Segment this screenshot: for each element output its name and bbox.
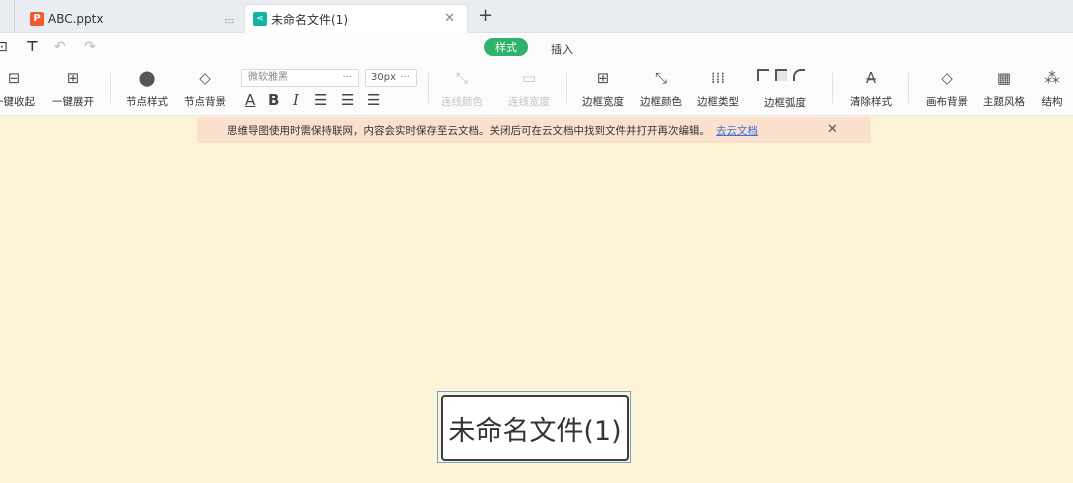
- close-icon[interactable]: ✕: [444, 11, 455, 26]
- tab-label: ABC.pptx: [48, 11, 104, 26]
- border-color-label: 边框颜色: [640, 96, 682, 108]
- tab-insert[interactable]: 插入: [551, 41, 573, 57]
- border-radius-label: 边框弧度: [764, 97, 806, 109]
- font-family-select[interactable]: 微软雅黑 ···: [241, 69, 359, 87]
- tab-separator: [14, 0, 15, 33]
- tab-bar: P ABC.pptx ▭ ⋖ 未命名文件(1) ✕ +: [0, 0, 1073, 33]
- node-background-button[interactable]: ◇ 节点背景: [175, 67, 235, 109]
- format-painter-icon[interactable]: ⊤: [26, 39, 39, 55]
- quick-bar: ⊡ ⊤ ↶ ↷ 样式 插入: [0, 33, 1073, 61]
- divider: [566, 73, 567, 103]
- tab-abc-pptx[interactable]: P ABC.pptx ▭: [22, 4, 254, 33]
- more-icon: ···: [342, 72, 352, 83]
- line-width-icon: ▭: [521, 69, 537, 87]
- border-width-button[interactable]: ⊞ 边框宽度: [573, 67, 633, 109]
- collapse-all-button[interactable]: ⊟ 一键收起: [0, 67, 44, 109]
- clear-style-button[interactable]: A̶ 清除样式: [841, 67, 901, 109]
- save-icon[interactable]: ⊡: [0, 39, 8, 55]
- divider: [428, 73, 429, 103]
- font-size-value: 30px: [371, 72, 396, 83]
- close-icon[interactable]: ✕: [827, 122, 838, 137]
- theme-grid-icon: ▦: [996, 69, 1012, 87]
- go-to-cloud-docs-link[interactable]: 去云文档: [716, 123, 758, 138]
- pptx-file-icon: P: [30, 11, 44, 26]
- border-type-label: 边框类型: [697, 96, 739, 108]
- cloud-notice-banner: 思维导图使用时需保持联网，内容会实时保存至云文档。关闭后可在云文档中找到文件并打…: [197, 117, 871, 143]
- square-corner-icon[interactable]: [757, 69, 769, 81]
- collapse-icon: ⊟: [7, 69, 21, 87]
- border-type-icon: ⁞⁞⁞: [710, 69, 726, 87]
- collapse-all-label: 一键收起: [0, 96, 35, 108]
- theme-style-label: 主题风格: [983, 96, 1025, 108]
- structure-label: 结构: [1041, 96, 1063, 108]
- node-style-label: 节点样式: [126, 96, 168, 108]
- border-radius-options: [757, 69, 805, 81]
- line-color-label: 连线颜色: [441, 96, 483, 108]
- small-radius-corner-icon[interactable]: [775, 69, 787, 81]
- root-node[interactable]: 未命名文件(1): [441, 395, 629, 461]
- expand-all-button[interactable]: ⊞ 一键展开: [43, 67, 103, 109]
- border-width-label: 边框宽度: [582, 96, 624, 108]
- structure-icon: ⁂: [1044, 69, 1060, 87]
- align-left-icon[interactable]: ☰: [314, 91, 327, 109]
- divider: [832, 73, 833, 103]
- italic-button[interactable]: I: [293, 91, 299, 109]
- undo-icon[interactable]: ↶: [54, 39, 66, 55]
- line-color-icon: ⤡: [455, 69, 468, 87]
- notice-text: 思维导图使用时需保持联网，内容会实时保存至云文档。关闭后可在云文档中找到文件并打…: [227, 124, 710, 137]
- structure-button[interactable]: ⁂ 结构: [1022, 67, 1073, 109]
- align-right-icon[interactable]: ☰: [367, 91, 380, 109]
- new-tab-plus-icon[interactable]: +: [478, 5, 493, 26]
- border-color-button[interactable]: ⤡ 边框颜色: [631, 67, 691, 109]
- mindmap-file-icon: ⋖: [253, 12, 267, 26]
- divider: [908, 73, 909, 103]
- more-icon: ···: [400, 72, 410, 83]
- align-center-icon[interactable]: ☰: [341, 91, 354, 109]
- font-color-button[interactable]: A: [245, 91, 255, 109]
- line-color-button[interactable]: ⤡ 连线颜色: [432, 67, 492, 109]
- node-style-icon: ⬤: [138, 69, 156, 87]
- expand-icon: ⊞: [66, 69, 80, 87]
- tab-style[interactable]: 样式: [484, 38, 528, 56]
- round-corner-icon[interactable]: [793, 69, 805, 81]
- line-width-button[interactable]: ▭ 连线宽度: [499, 67, 559, 109]
- canvas-background-label: 画布背景: [926, 96, 968, 108]
- border-type-button[interactable]: ⁞⁞⁞ 边框类型: [688, 67, 748, 109]
- border-color-icon: ⤡: [654, 69, 667, 87]
- node-style-button[interactable]: ⬤ 节点样式: [117, 67, 177, 109]
- tab-mindmap-file[interactable]: ⋖ 未命名文件(1) ✕: [244, 4, 468, 33]
- expand-all-label: 一键展开: [52, 96, 94, 108]
- canvas-background-button[interactable]: ◇ 画布背景: [917, 67, 977, 109]
- ribbon-toolbar: ⊟ 一键收起 ⊞ 一键展开 ⬤ 节点样式 ◇ 节点背景 微软雅黑 ··· 30p…: [0, 61, 1073, 116]
- paint-bucket-icon: ◇: [199, 69, 211, 87]
- clear-style-label: 清除样式: [850, 96, 892, 108]
- line-width-label: 连线宽度: [508, 96, 550, 108]
- paint-bucket-icon: ◇: [941, 69, 953, 87]
- divider: [110, 73, 111, 103]
- clear-style-icon: A̶: [865, 69, 877, 87]
- bold-button[interactable]: B: [268, 91, 279, 109]
- font-family-value: 微软雅黑: [248, 72, 288, 83]
- border-width-icon: ⊞: [596, 69, 610, 87]
- tab-label: 未命名文件(1): [271, 12, 348, 27]
- screen-icon[interactable]: ▭: [224, 14, 234, 27]
- redo-icon[interactable]: ↷: [84, 39, 96, 55]
- node-background-label: 节点背景: [184, 96, 226, 108]
- font-size-select[interactable]: 30px ···: [365, 69, 417, 87]
